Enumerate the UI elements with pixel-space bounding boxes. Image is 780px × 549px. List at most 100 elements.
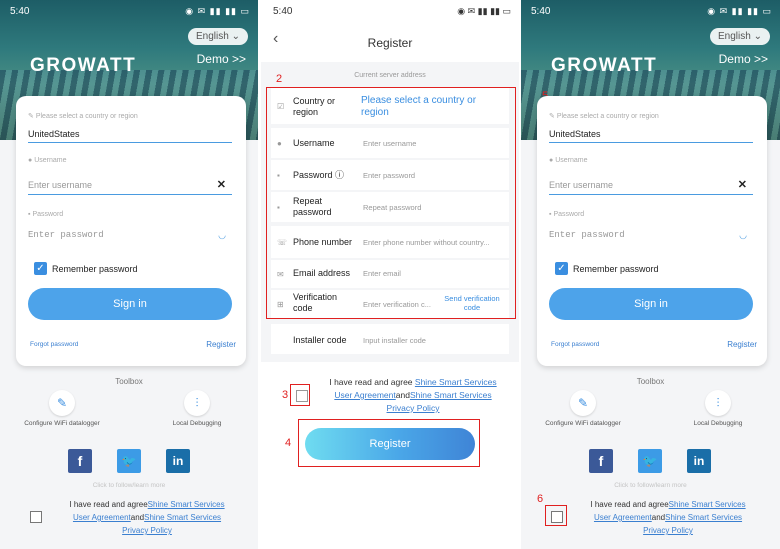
growatt-logo: GROWATT <box>551 55 658 76</box>
user-agreement-link[interactable]: User Agreement <box>73 513 131 522</box>
lock-icon: ▪ <box>28 211 31 218</box>
language-label: English <box>196 31 229 42</box>
agreement-text: I have read and agreeShine Smart Service… <box>52 498 242 537</box>
status-time: 5:40 <box>531 6 551 17</box>
shine-link[interactable]: Shine Smart Services <box>415 377 497 387</box>
follow-text: Click to follow/learn more <box>92 482 166 489</box>
status-bar: 5:40 ◉ ✉ ▮▮ ▮▮ ▭ <box>531 6 772 20</box>
shine-link-2[interactable]: Shine Smart Services <box>410 390 492 400</box>
password-label-text: Password <box>553 211 585 218</box>
agree-prefix: I have read and agree <box>69 500 148 509</box>
status-icons: ◉ ✉ ▮▮ ▮▮ ▭ <box>707 6 772 16</box>
status-time: 5:40 <box>10 6 30 17</box>
twitter-icon[interactable]: 🐦 <box>638 449 662 473</box>
eye-icon[interactable]: ◡ <box>739 230 747 241</box>
password-label: ▪ Password <box>28 211 63 218</box>
country-label: ✎ Please select a country or region <box>28 112 138 120</box>
divider <box>549 142 753 143</box>
country-field[interactable]: UnitedStates <box>549 129 601 139</box>
annotation-box-2 <box>266 87 516 319</box>
username-input[interactable]: Enter username <box>28 180 92 190</box>
login-card: ✎ Please select a country or region Unit… <box>16 96 246 366</box>
local-debugging-tool[interactable]: ⫶ Local Debugging <box>142 390 252 427</box>
forgot-password-link[interactable]: Forgot password <box>30 341 78 348</box>
agree-and: and <box>130 513 145 522</box>
annotation-number-6: 6 <box>537 493 544 505</box>
status-icons: ◉ ✉ ▮▮ ▮▮ ▭ <box>457 6 511 16</box>
growatt-logo: GROWATT <box>30 55 137 76</box>
username-label-text: Username <box>555 157 588 164</box>
clear-icon[interactable]: ✕ <box>217 178 226 191</box>
sign-in-button[interactable]: Sign in <box>549 288 753 320</box>
register-screen: 5:40 ◉ ✉ ▮▮ ▮▮ ▭ ‹ Register Current serv… <box>261 0 519 549</box>
demo-link[interactable]: Demo >> <box>197 52 246 66</box>
annotation-box-6 <box>545 505 567 526</box>
password-label-text: Password <box>32 211 64 218</box>
facebook-icon[interactable]: f <box>589 449 613 473</box>
sign-in-button[interactable]: Sign in <box>28 288 232 320</box>
pen-icon: ✎ <box>49 390 75 416</box>
shine-link-2[interactable]: Shine Smart Services <box>665 513 742 522</box>
username-label: ● Username <box>28 157 66 164</box>
register-link[interactable]: Register <box>727 340 757 349</box>
status-bar: 5:40 ◉ ✉ ▮▮ ▮▮ ▭ <box>273 6 511 17</box>
agree-and: and <box>395 390 410 400</box>
shine-link-2[interactable]: Shine Smart Services <box>144 513 221 522</box>
local-debugging-tool[interactable]: ⫶ Local Debugging <box>663 390 773 427</box>
installer-label: Installer code <box>293 335 347 345</box>
agree-prefix: I have read and agree <box>590 500 669 509</box>
language-select[interactable]: English ⌄ <box>710 28 770 45</box>
password-input[interactable]: Enter password <box>549 230 625 240</box>
user-agreement-link[interactable]: User Agreement <box>334 390 395 400</box>
installer-input[interactable]: Input installer code <box>363 336 426 345</box>
remember-label: Remember password <box>573 264 659 274</box>
linkedin-icon[interactable]: in <box>166 449 190 473</box>
user-icon: ● <box>549 157 554 164</box>
tool-label: Configure WiFi datalogger <box>545 420 621 427</box>
status-icons: ◉ ✉ ▮▮ ▮▮ ▭ <box>185 6 250 16</box>
register-link[interactable]: Register <box>206 340 236 349</box>
sliders-icon: ⫶ <box>705 390 731 416</box>
language-select[interactable]: English ⌄ <box>188 28 248 45</box>
globe-icon: ✎ <box>549 113 555 120</box>
follow-text: Click to follow/learn more <box>614 482 687 489</box>
annotation-number-2: 2 <box>276 73 283 85</box>
status-bar: 5:40 ◉ ✉ ▮▮ ▮▮ ▭ <box>10 6 250 20</box>
country-field[interactable]: UnitedStates <box>28 129 80 139</box>
clear-icon[interactable]: ✕ <box>738 178 747 191</box>
facebook-icon[interactable]: f <box>68 449 92 473</box>
eye-icon[interactable]: ◡ <box>218 230 226 241</box>
wifi-datalogger-tool[interactable]: ✎ Configure WiFi datalogger <box>7 390 117 427</box>
username-input[interactable]: Enter username <box>549 180 613 190</box>
remember-checkbox[interactable]: ✓ <box>555 262 568 275</box>
toolbox-title: Toolbox <box>115 377 143 386</box>
page-title: Register <box>367 36 413 50</box>
remember-checkbox[interactable]: ✓ <box>34 262 47 275</box>
annotation-box-4 <box>298 419 480 467</box>
agreement-text: I have read and agree Shine Smart Servic… <box>313 376 513 415</box>
privacy-policy-link[interactable]: Privacy Policy <box>643 526 693 535</box>
country-label-text: Please select a country or region <box>35 113 138 120</box>
twitter-icon[interactable]: 🐦 <box>117 449 141 473</box>
demo-link[interactable]: Demo >> <box>719 52 768 66</box>
login-screen-2: 5:40 ◉ ✉ ▮▮ ▮▮ ▭ English ⌄ GROWATT Demo … <box>521 0 780 549</box>
language-label: English <box>718 31 751 42</box>
wifi-datalogger-tool[interactable]: ✎ Configure WiFi datalogger <box>528 390 638 427</box>
linkedin-icon[interactable]: in <box>687 449 711 473</box>
privacy-policy-link[interactable]: Privacy Policy <box>122 526 172 535</box>
login-screen-1: 5:40 ◉ ✉ ▮▮ ▮▮ ▭ English ⌄ GROWATT Demo … <box>0 0 258 549</box>
login-card: ✎ Please select a country or region Unit… <box>537 96 767 366</box>
password-input[interactable]: Enter password <box>28 230 104 240</box>
installer-row[interactable]: Installer code Input installer code <box>271 324 509 354</box>
agree-checkbox[interactable] <box>30 511 42 523</box>
forgot-password-link[interactable]: Forgot password <box>551 341 599 348</box>
sliders-icon: ⫶ <box>184 390 210 416</box>
privacy-policy-link[interactable]: Privacy Policy <box>387 403 440 413</box>
country-label: ✎ Please select a country or region <box>549 112 659 120</box>
shine-link[interactable]: Shine Smart Services <box>148 500 225 509</box>
pen-icon: ✎ <box>570 390 596 416</box>
shine-link[interactable]: Shine Smart Services <box>669 500 746 509</box>
annotation-number-3: 3 <box>282 389 289 401</box>
agreement-text: I have read and agreeShine Smart Service… <box>573 498 763 537</box>
user-agreement-link[interactable]: User Agreement <box>594 513 652 522</box>
